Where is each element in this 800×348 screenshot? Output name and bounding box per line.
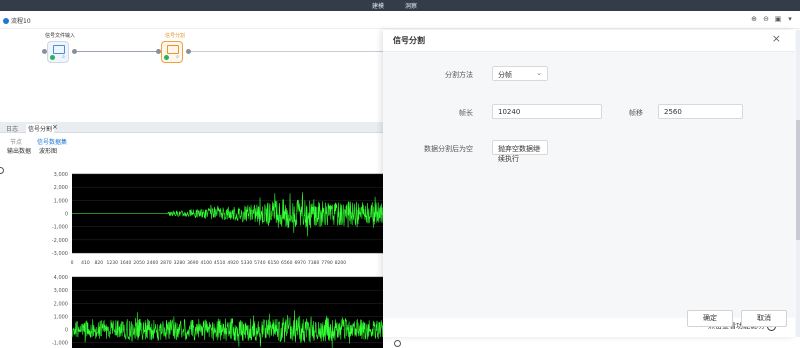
fit-view-icon[interactable]: ▣ [774,15,782,23]
y-tick-label: 4,000 [54,275,68,281]
empty-data-select[interactable]: 抛弃空数据继续执行 ⌄ [492,140,548,163]
y-tick-label: 2,000 [54,185,68,191]
x-tick-label: 2460 [147,260,159,265]
y-tick-label: 1,000 [54,314,68,320]
x-tick-label: 4920 [227,260,239,265]
input-port[interactable] [42,49,47,54]
flow-canvas[interactable]: 信号文件输入 ⌕ 信号分割 ⌕ [0,30,383,120]
flow-title-text: 流程10 [11,18,31,25]
split-method-label: 分割方法 [445,71,473,79]
tab-insight[interactable]: 洞察 [405,1,417,10]
node-signal-file-input[interactable]: ⌕ [47,41,69,63]
status-ok-icon [50,55,55,60]
chevron-down-icon: ⌄ [536,69,542,77]
y-tick-label: -1,000 [52,341,68,347]
flow-icon [3,17,9,24]
frame-shift-label: 帧移 [629,109,643,117]
result-subtabs: 节点 信号数据集 输出数据 波形图 [0,135,383,155]
resize-handle[interactable] [394,340,401,347]
split-method-value: 分帧 [498,71,512,79]
y-tick-label: 0 [65,212,68,218]
y-tick-label: 0 [65,328,68,334]
canvas-tools: ⊕ ⊖ ▣ ▾ [750,15,794,23]
waveform-chart-1: 3,0002,0001,0000-1,000-2,000-3,0000 410 82… [0,170,383,265]
y-tick-label: 3,000 [54,288,68,294]
file-icon [53,45,65,54]
node-label-file-input: 信号文件输入 [45,33,76,39]
dialog-scrollbar[interactable] [796,30,800,337]
cancel-button[interactable]: 取消 [741,310,787,327]
connection-line [191,51,383,52]
node-signal-split[interactable]: ⌕ [161,41,183,63]
subtab-waveform[interactable]: 波形图 [39,146,57,155]
chevron-down-icon: ⌄ [536,143,542,151]
empty-data-label: 数据分割后为空 [424,145,473,153]
top-bar: 建模 洞察 [0,0,800,11]
x-tick-label: 7790 [321,260,333,265]
x-tick-label: 4510 [214,260,226,265]
y-tick-label: -3,000 [52,251,68,257]
result-panel-tabs: 日志 信号分割 × [0,122,383,133]
dialog-title: 信号分割 [393,36,425,45]
x-tick-label: 410 [81,260,90,265]
x-tick-label: 6560 [281,260,293,265]
scrollbar-thumb[interactable] [796,120,800,240]
close-icon[interactable]: × [772,32,781,45]
split-method-select[interactable]: 分帧 ⌄ [492,66,548,81]
x-tick-label: 6150 [268,260,280,265]
x-tick-label: 3280 [174,260,186,265]
y-tick-label: 2,000 [54,301,68,307]
waveform-chart-2: 4,000 3,000 2,000 1,000 0 -1,000 [0,271,383,348]
tab-log[interactable]: 日志 [6,124,18,133]
x-tick-label: 1640 [120,260,132,265]
confirm-button[interactable]: 确定 [687,310,733,327]
y-tick-label: 3,000 [54,172,68,178]
x-tick-label: 0 [71,260,74,265]
status-ok-icon [164,55,169,60]
x-tick-label: 820 [95,260,104,265]
zoom-in-icon[interactable]: ⊕ [750,15,758,23]
frame-shift-input[interactable]: 2560 [658,104,743,119]
tab-signal-split[interactable]: 信号分割 [26,124,55,133]
input-port[interactable] [156,49,161,54]
tab-modeling[interactable]: 建模 [372,1,384,10]
x-tick-label: 6970 [294,260,306,265]
x-tick-label: 7380 [308,260,320,265]
flow-toolbar: 流程10 ⊕ ⊖ ▣ ▾ [0,13,800,29]
dialog-body: 分割方法 分帧 ⌄ 帧长 10240 帧移 2560 数据分割后为空 抛弃空数据… [383,52,795,318]
subtab-output-data[interactable]: 输出数据 [7,146,31,155]
frame-length-label: 帧长 [459,109,473,117]
x-tick-label: 1230 [107,260,119,265]
preview-icon[interactable]: ⌕ [176,55,179,60]
x-tick-label: 2870 [160,260,172,265]
flow-title[interactable]: 流程10 [3,16,31,25]
connection-line [77,51,157,52]
empty-data-value: 抛弃空数据继续执行 [498,145,540,163]
signal-split-dialog: 信号分割 × 分割方法 分帧 ⌄ 帧长 10240 帧移 2560 数据分割后为… [383,30,795,337]
close-tab-icon[interactable]: × [52,123,58,131]
y-tick-label: -1,000 [52,225,68,231]
x-tick-label: 3690 [187,260,199,265]
waveform-icon [167,45,179,54]
x-tick-label: 4100 [200,260,212,265]
zoom-out-icon[interactable]: ⊖ [762,15,770,23]
x-tick-label: 5330 [241,260,253,265]
y-tick-label: 1,000 [54,198,68,204]
x-tick-label: 8200 [335,260,347,265]
x-tick-label: 5740 [254,260,266,265]
subtab-signal-dataset[interactable]: 信号数据集 [37,137,67,146]
more-icon[interactable]: ▾ [786,15,794,23]
node-label-signal-split: 信号分割 [165,33,186,39]
x-tick-label: 2050 [133,260,145,265]
y-tick-label: -2,000 [52,238,68,244]
subtab-node[interactable]: 节点 [10,137,22,146]
plot-area [72,277,383,348]
preview-icon[interactable]: ⌕ [62,55,65,60]
